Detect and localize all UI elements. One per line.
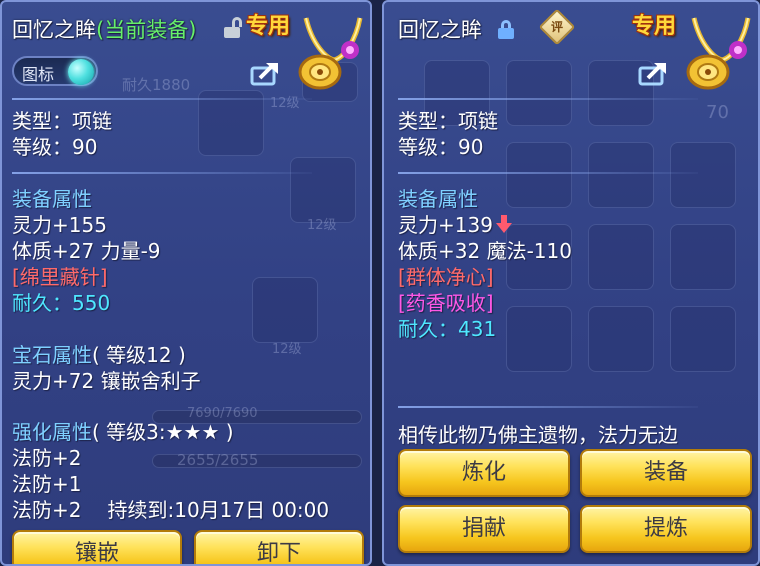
equipped-tag: (当前装备) — [96, 18, 197, 42]
equip-attr-heading: 装备属性 — [12, 187, 92, 211]
type-line: 类型：项链 — [12, 109, 112, 133]
level-line: 等级：90 — [398, 135, 484, 159]
durability-label: 耐久： — [12, 291, 72, 315]
bg-count: 70 — [706, 102, 729, 123]
gem-line: 灵力+72 镶嵌舍利子 — [12, 369, 201, 393]
toggle-label: 图标 — [22, 65, 55, 84]
divider — [12, 172, 312, 174]
item-title: 回忆之眸 — [398, 18, 482, 42]
current-item-panel: 耐久1880 12级 12级 12级 7690/7690 2655/2655 回… — [0, 0, 372, 566]
item-description: 相传此物乃佛主遗物，法力无边 — [398, 423, 678, 447]
bg-bar-text: 2655/2655 — [177, 451, 259, 469]
divider — [398, 172, 698, 174]
down-arrow-icon — [495, 215, 512, 233]
enhance-heading-line: 强化属性( 等级3:★★★ ) — [12, 416, 234, 445]
attr-line: 体质+27 力量-9 — [12, 239, 161, 263]
divider — [398, 98, 698, 100]
bg-level: 12级 — [272, 342, 302, 357]
bg-level: 12级 — [270, 96, 300, 111]
durability-line: 耐久：431 — [398, 313, 496, 342]
special-skill: [绵里藏针] — [12, 265, 108, 289]
item-title: 回忆之眸(当前装备) — [12, 14, 196, 44]
unequip-button[interactable]: 卸下 — [194, 530, 364, 564]
rate-badge-label: 评 — [550, 20, 563, 34]
bg-slot — [588, 306, 654, 372]
bg-slot — [506, 306, 572, 372]
share-icon[interactable] — [638, 60, 668, 86]
special-effect: [群体净心] — [398, 265, 494, 289]
enhance-line: 法防+1 — [12, 472, 82, 496]
bg-slot — [670, 306, 736, 372]
bg-slot — [588, 142, 654, 208]
inlay-button[interactable]: 镶嵌 — [12, 530, 182, 564]
bg-durability: 耐久1880 — [122, 76, 191, 94]
donate-button[interactable]: 捐献 — [398, 505, 570, 553]
necklace-icon — [686, 17, 751, 90]
gem-level: ( 等级12 ) — [92, 343, 186, 367]
enhance-timed: 法防+2 — [12, 498, 82, 522]
lock-icon[interactable] — [498, 20, 514, 39]
extract-button[interactable]: 提炼 — [580, 505, 752, 553]
bg-slot — [670, 224, 736, 290]
durability-line: 耐久：550 — [12, 287, 110, 316]
gem-heading: 宝石属性 — [12, 343, 92, 367]
attr-line-2: 体质+32 魔法-110 — [398, 239, 572, 263]
icon-toggle[interactable]: 图标 — [12, 56, 98, 86]
enhance-until: 持续到:10月17日 00:00 — [107, 498, 330, 522]
compare-item-panel: 70 回忆之眸 评 专用 类型：项链 等级：90 装备属性 灵力+139 体质+… — [382, 0, 760, 566]
bg-slot — [670, 142, 736, 208]
durability-value: 550 — [72, 291, 111, 315]
item-name: 回忆之眸 — [12, 18, 96, 42]
bg-slot — [506, 60, 572, 126]
durability-value: 431 — [458, 317, 497, 341]
bg-slot — [252, 277, 318, 343]
open-lock-icon[interactable] — [224, 17, 242, 38]
bg-level: 12级 — [307, 218, 337, 233]
enhance-heading: 强化属性 — [12, 420, 92, 444]
bg-slot — [588, 224, 654, 290]
type-line: 类型：项链 — [398, 109, 498, 133]
enhance-line: 法防+2 — [12, 446, 82, 470]
exclusive-label: 专用 — [246, 14, 291, 39]
divider — [12, 98, 312, 100]
attr-line: 灵力+155 — [12, 213, 107, 237]
equip-attr-heading: 装备属性 — [398, 187, 478, 211]
share-icon[interactable] — [250, 60, 280, 86]
equip-button[interactable]: 装备 — [580, 449, 752, 497]
durability-label: 耐久： — [398, 317, 458, 341]
level-line: 等级：90 — [12, 135, 98, 159]
exclusive-label: 专用 — [632, 14, 677, 39]
divider — [398, 406, 698, 408]
attr-value: 灵力+139 — [398, 213, 493, 237]
toggle-knob — [68, 59, 94, 85]
enhance-timed-line: 法防+2 持续到:10月17日 00:00 — [12, 494, 329, 523]
necklace-icon — [298, 17, 363, 90]
special-skill: [药香吸收] — [398, 291, 494, 315]
gem-heading-line: 宝石属性( 等级12 ) — [12, 339, 186, 368]
enhance-level: ( 等级3:★★★ ) — [92, 420, 234, 444]
refine-button[interactable]: 炼化 — [398, 449, 570, 497]
attr-line-1: 灵力+139 — [398, 209, 513, 238]
bg-slot — [506, 142, 572, 208]
